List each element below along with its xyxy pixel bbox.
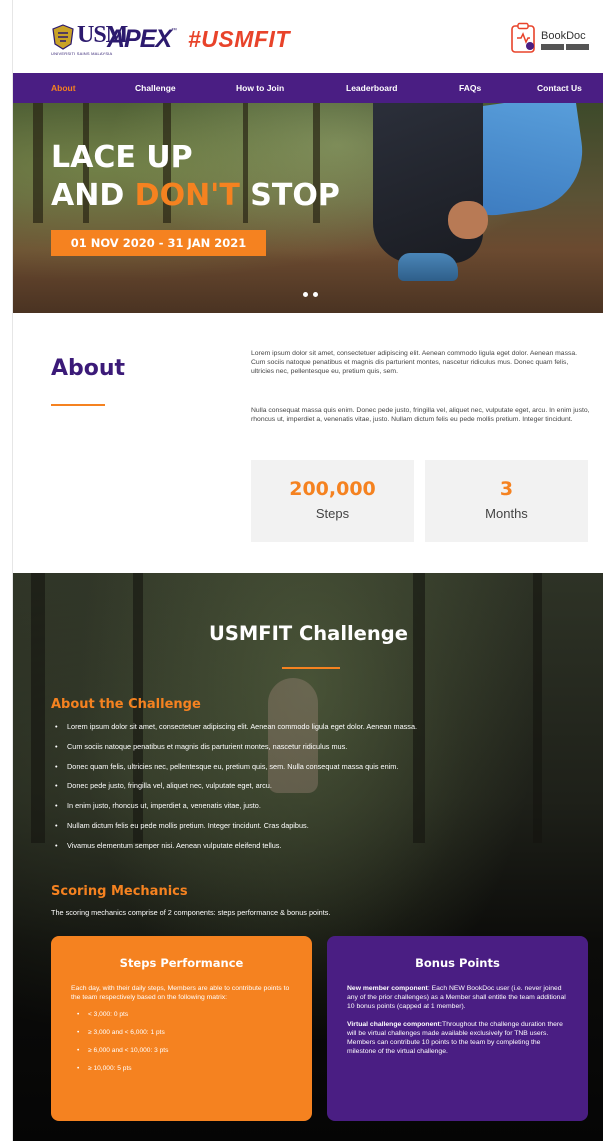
nav-item-faqs[interactable]: FAQs: [459, 73, 481, 103]
hero-line2-suffix: STOP: [239, 178, 340, 213]
usm-crest-icon: [52, 24, 74, 50]
hero-tree: [33, 103, 43, 223]
hero-headline-line1: LACE UP: [51, 140, 193, 175]
nav-item-how-to-join[interactable]: How to Join: [236, 73, 284, 103]
scoring-intro: The scoring mechanics comprise of 2 comp…: [51, 908, 331, 917]
stat-value: 3: [499, 478, 514, 500]
stat-card-steps: 200,000 Steps: [251, 460, 414, 542]
list-item: Donec quam felis, ultricies nec, pellent…: [55, 762, 417, 782]
list-item: In enim justo, rhoncus ut, imperdiet a, …: [55, 801, 417, 821]
carousel-dot[interactable]: [303, 292, 308, 297]
hero-headline: LACE UP AND DON'T STOP: [51, 139, 340, 215]
list-item: Cum sociis natoque penatibus et magnis d…: [55, 742, 417, 762]
card-title: Bonus Points: [415, 956, 500, 970]
date-range-badge: 01 NOV 2020 - 31 JAN 2021: [51, 230, 266, 256]
list-item: ≥ 10,000: 5 pts: [77, 1065, 292, 1083]
site-header: USM UNIVERSITI SAINS MALAYSIA APEX ™ #US…: [13, 0, 603, 72]
bonus-item-label: New member component: [347, 985, 428, 992]
list-item: Vivamus elementum semper nisi. Aenean vu…: [55, 841, 417, 861]
challenge-section: USMFIT Challenge About the Challenge Lor…: [13, 573, 603, 1141]
list-item: < 3,000: 0 pts: [77, 1011, 292, 1029]
stat-label: Steps: [315, 506, 350, 521]
hero-line2-prefix: AND: [51, 178, 135, 213]
usm-logo-subtitle: UNIVERSITI SAINS MALAYSIA: [51, 51, 113, 56]
challenge-bullet-list: Lorem ipsum dolor sit amet, consectetuer…: [55, 722, 417, 861]
scoring-heading: Scoring Mechanics: [51, 884, 188, 899]
carousel-dot[interactable]: [313, 292, 318, 297]
about-paragraph-1: Lorem ipsum dolor sit amet, consectetuer…: [251, 350, 578, 375]
nav-item-contact-us[interactable]: Contact Us: [537, 73, 582, 103]
carousel-dots: [303, 292, 318, 297]
steps-performance-card: Steps Performance Each day, with their d…: [51, 936, 312, 1121]
hero-runner-hand: [448, 201, 488, 239]
background-tree: [533, 573, 542, 843]
list-item: Donec pede justo, fringilla vel, aliquet…: [55, 781, 417, 801]
app-store-badges[interactable]: [541, 44, 589, 50]
about-heading: About: [51, 356, 126, 381]
main-nav: About Challenge How to Join Leaderboard …: [13, 73, 603, 103]
hero-runner-shoe: [398, 253, 458, 281]
bookdoc-clipboard-icon[interactable]: [508, 22, 538, 54]
challenge-heading: USMFIT Challenge: [209, 622, 408, 645]
nav-item-about[interactable]: About: [51, 73, 76, 103]
about-heading-underline: [51, 404, 105, 406]
list-item: ≥ 6,000 and < 10,000: 3 pts: [77, 1047, 292, 1065]
usmfit-logo[interactable]: #USMFIT: [188, 26, 290, 53]
bonus-item-virtual-challenge: Virtual challenge component:Throughout t…: [347, 1020, 568, 1056]
challenge-heading-underline: [282, 667, 340, 669]
nav-item-challenge[interactable]: Challenge: [135, 73, 176, 103]
hero-runner-leg: [373, 103, 483, 263]
bonus-item-new-member: New member component: Each NEW BookDoc u…: [347, 984, 568, 1011]
bookdoc-logo-text[interactable]: BookDoc: [541, 30, 586, 42]
steps-tier-list: < 3,000: 0 pts ≥ 3,000 and < 6,000: 1 pt…: [71, 1011, 292, 1083]
hero-banner: LACE UP AND DON'T STOP 01 NOV 2020 - 31 …: [13, 103, 603, 313]
list-item: Lorem ipsum dolor sit amet, consectetuer…: [55, 722, 417, 742]
stat-value: 200,000: [289, 478, 376, 500]
list-item: ≥ 3,000 and < 6,000: 1 pts: [77, 1029, 292, 1047]
hero-headline-line2: AND DON'T STOP: [51, 177, 340, 215]
hero-line2-highlight: DON'T: [134, 178, 240, 213]
background-tree: [31, 573, 45, 843]
apex-trademark: ™: [171, 28, 177, 34]
card-text: Each day, with their daily steps, Member…: [71, 985, 290, 1001]
about-challenge-heading: About the Challenge: [51, 697, 201, 712]
card-title: Steps Performance: [119, 956, 244, 970]
stat-card-months: 3 Months: [425, 460, 588, 542]
nav-item-leaderboard[interactable]: Leaderboard: [346, 73, 398, 103]
page: USM UNIVERSITI SAINS MALAYSIA APEX ™ #US…: [12, 0, 603, 1141]
stat-label: Months: [485, 506, 528, 521]
list-item: Nullam dictum felis eu pede mollis preti…: [55, 821, 417, 841]
apex-logo[interactable]: APEX: [107, 25, 172, 54]
bonus-points-card: Bonus Points New member component: Each …: [327, 936, 588, 1121]
bonus-item-label: Virtual challenge component:: [347, 1021, 443, 1028]
about-paragraph-2: Nulla consequat massa quis enim. Donec p…: [251, 407, 590, 423]
